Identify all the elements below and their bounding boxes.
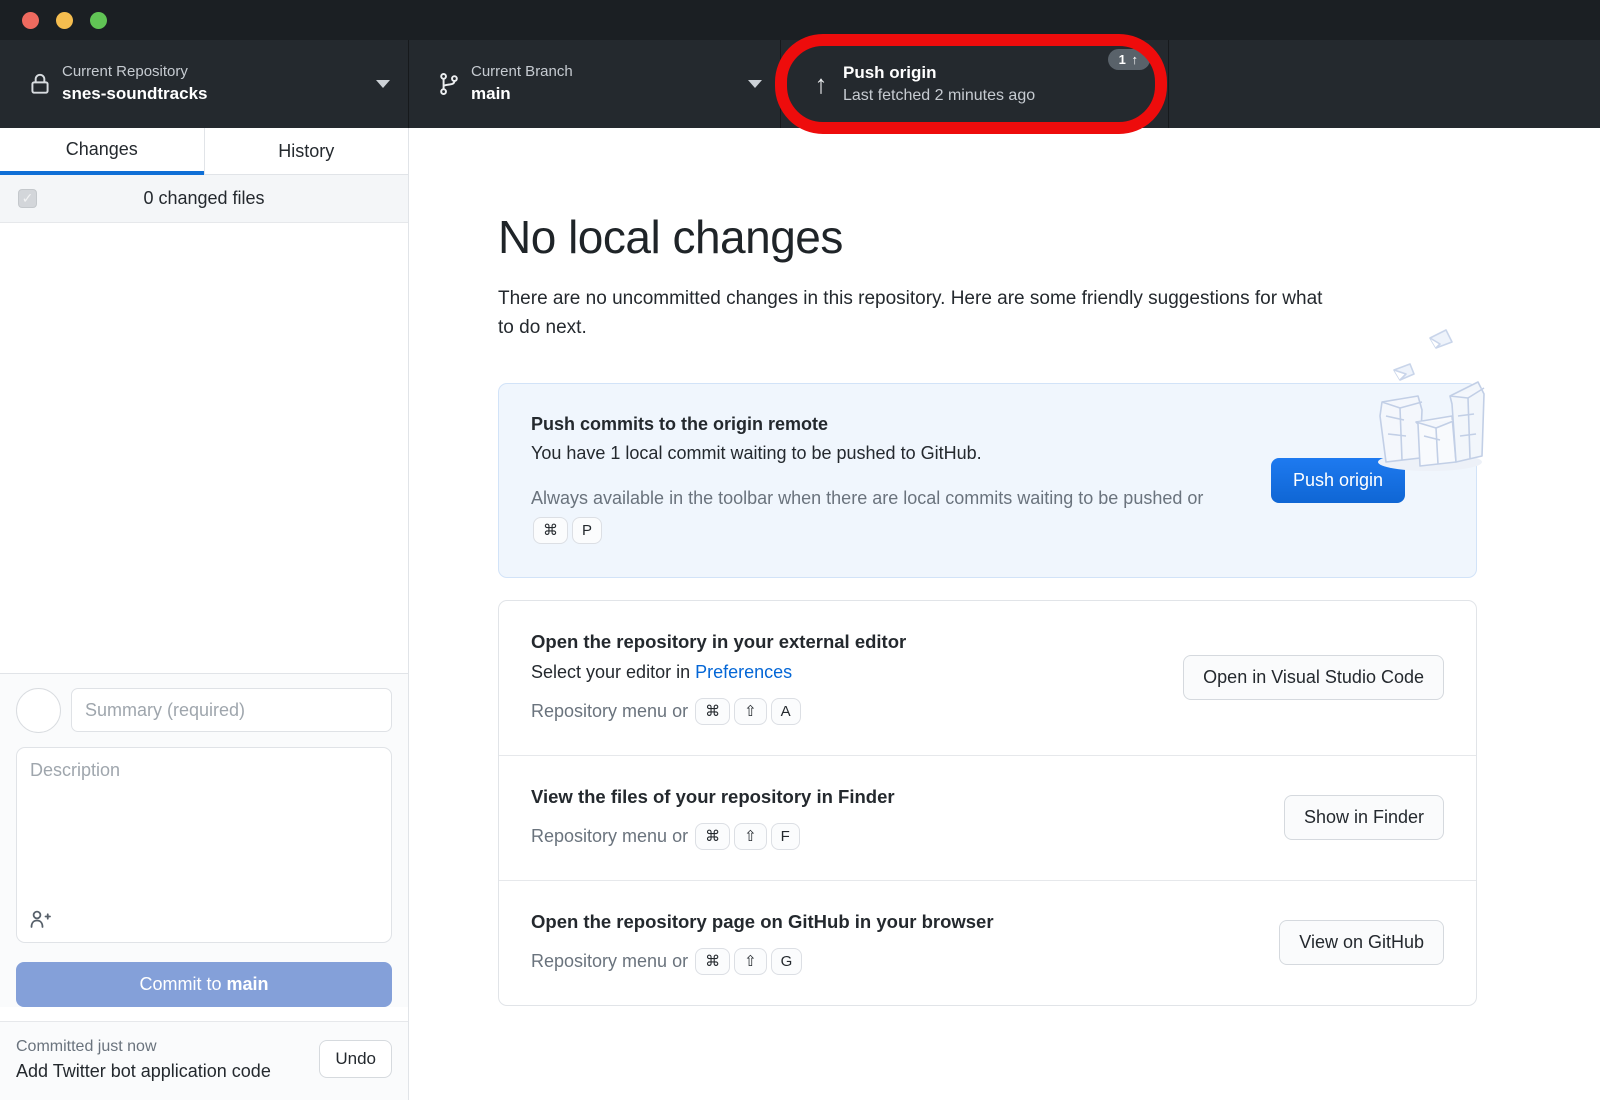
arrow-up-icon: ↑ [799, 71, 843, 97]
changed-files-header: ✓ 0 changed files [0, 175, 408, 223]
last-fetched-text: Last fetched 2 minutes ago [843, 85, 1108, 107]
suggested-actions-list: Open the repository in your external edi… [498, 600, 1477, 1006]
repository-name: snes-soundtracks [62, 83, 368, 106]
repository-label: Current Repository [62, 62, 368, 82]
action-title: Open the repository in your external edi… [531, 631, 1153, 653]
action-row-open-editor: Open the repository in your external edi… [499, 601, 1476, 755]
action-row-show-in-finder: View the files of your repository in Fin… [499, 755, 1476, 880]
commit-summary-input[interactable] [71, 688, 392, 732]
tab-history[interactable]: History [204, 128, 409, 175]
cmd-key: ⌘ [695, 698, 730, 725]
shift-key: ⇧ [734, 698, 767, 725]
push-origin-button[interactable]: Push origin [1271, 458, 1405, 503]
commit-status-text: Committed just now [16, 1035, 319, 1058]
page-subtitle: There are no uncommitted changes in this… [498, 284, 1330, 343]
shortcut-prefix: Repository menu or [531, 701, 688, 721]
view-on-github-button[interactable]: View on GitHub [1279, 920, 1444, 965]
cmd-key: ⌘ [695, 948, 730, 975]
action-row-view-on-github: Open the repository page on GitHub in yo… [499, 880, 1476, 1005]
shortcut-prefix: Repository menu or [531, 951, 688, 971]
close-window-button[interactable] [22, 12, 39, 29]
push-tip-title: Push commits to the origin remote [531, 414, 1241, 435]
g-key: G [771, 948, 803, 975]
select-all-checkbox[interactable]: ✓ [18, 189, 37, 208]
open-in-vscode-button[interactable]: Open in Visual Studio Code [1183, 655, 1444, 700]
current-branch-dropdown[interactable]: Current Branch main [409, 40, 781, 128]
editor-preferences-prefix: Select your editor in [531, 662, 695, 682]
push-suggestion-card: Push commits to the origin remote You ha… [498, 383, 1477, 578]
action-title: Open the repository page on GitHub in yo… [531, 911, 1249, 933]
p-key: P [572, 517, 602, 544]
github-desktop-window: Current Repository snes-soundtracks Curr… [0, 0, 1600, 1100]
avatar [16, 688, 61, 733]
branch-name: main [471, 83, 740, 106]
lock-icon [18, 71, 62, 97]
push-tip-line2-text: Always available in the toolbar when the… [531, 488, 1203, 508]
zoom-window-button[interactable] [90, 12, 107, 29]
sidebar: Changes History ✓ 0 changed files [0, 128, 409, 1100]
commit-form: Commit to main [0, 673, 408, 1007]
action-shortcut: Repository menu or ⌘⇧F [531, 823, 1254, 850]
page-title: No local changes [498, 210, 1600, 264]
action-shortcut: Repository menu or ⌘⇧A [531, 698, 1153, 725]
commit-description-input[interactable] [16, 747, 392, 943]
toolbar: Current Repository snes-soundtracks Curr… [0, 40, 1600, 128]
cmd-key: ⌘ [695, 823, 730, 850]
toolbar-empty-space [1169, 40, 1600, 128]
action-shortcut: Repository menu or ⌘⇧G [531, 948, 1249, 975]
tab-changes[interactable]: Changes [0, 128, 204, 175]
push-tip-line2: Always available in the toolbar when the… [531, 482, 1241, 547]
cmd-key: ⌘ [533, 517, 568, 544]
action-title: View the files of your repository in Fin… [531, 786, 1254, 808]
shift-key: ⇧ [734, 948, 767, 975]
branch-label: Current Branch [471, 62, 740, 82]
editor-preferences-line: Select your editor in Preferences [531, 662, 1153, 683]
f-key: F [771, 823, 800, 850]
git-branch-icon [427, 71, 471, 97]
commit-button-branch: main [227, 974, 269, 994]
current-repository-dropdown[interactable]: Current Repository snes-soundtracks [0, 40, 409, 128]
undo-commit-banner: Committed just now Add Twitter bot appli… [0, 1021, 408, 1100]
preferences-link[interactable]: Preferences [695, 662, 792, 682]
shortcut-prefix: Repository menu or [531, 826, 688, 846]
sidebar-tabs: Changes History [0, 128, 408, 175]
minimize-window-button[interactable] [56, 12, 73, 29]
traffic-lights [22, 12, 107, 29]
push-count-badge: 1 ↑ [1108, 49, 1150, 70]
main-panel: No local changes There are no uncommitte… [409, 128, 1600, 1100]
push-origin-toolbar-button[interactable]: ↑ Push origin Last fetched 2 minutes ago… [781, 40, 1169, 128]
macos-titlebar [0, 0, 1600, 40]
show-in-finder-button[interactable]: Show in Finder [1284, 795, 1444, 840]
commit-to-main-button[interactable]: Commit to main [16, 962, 392, 1007]
commit-button-prefix: Commit to [139, 974, 226, 994]
push-tip-line1: You have 1 local commit waiting to be pu… [531, 443, 1241, 464]
chevron-down-icon [748, 80, 762, 88]
changed-files-list [0, 223, 408, 673]
push-origin-title: Push origin [843, 62, 1108, 85]
last-commit-message: Add Twitter bot application code [16, 1058, 319, 1084]
shift-key: ⇧ [734, 823, 767, 850]
a-key: A [771, 698, 801, 725]
chevron-down-icon [376, 80, 390, 88]
add-coauthor-icon[interactable] [28, 907, 52, 936]
changed-files-count: 0 changed files [0, 188, 408, 209]
undo-button[interactable]: Undo [319, 1040, 392, 1078]
